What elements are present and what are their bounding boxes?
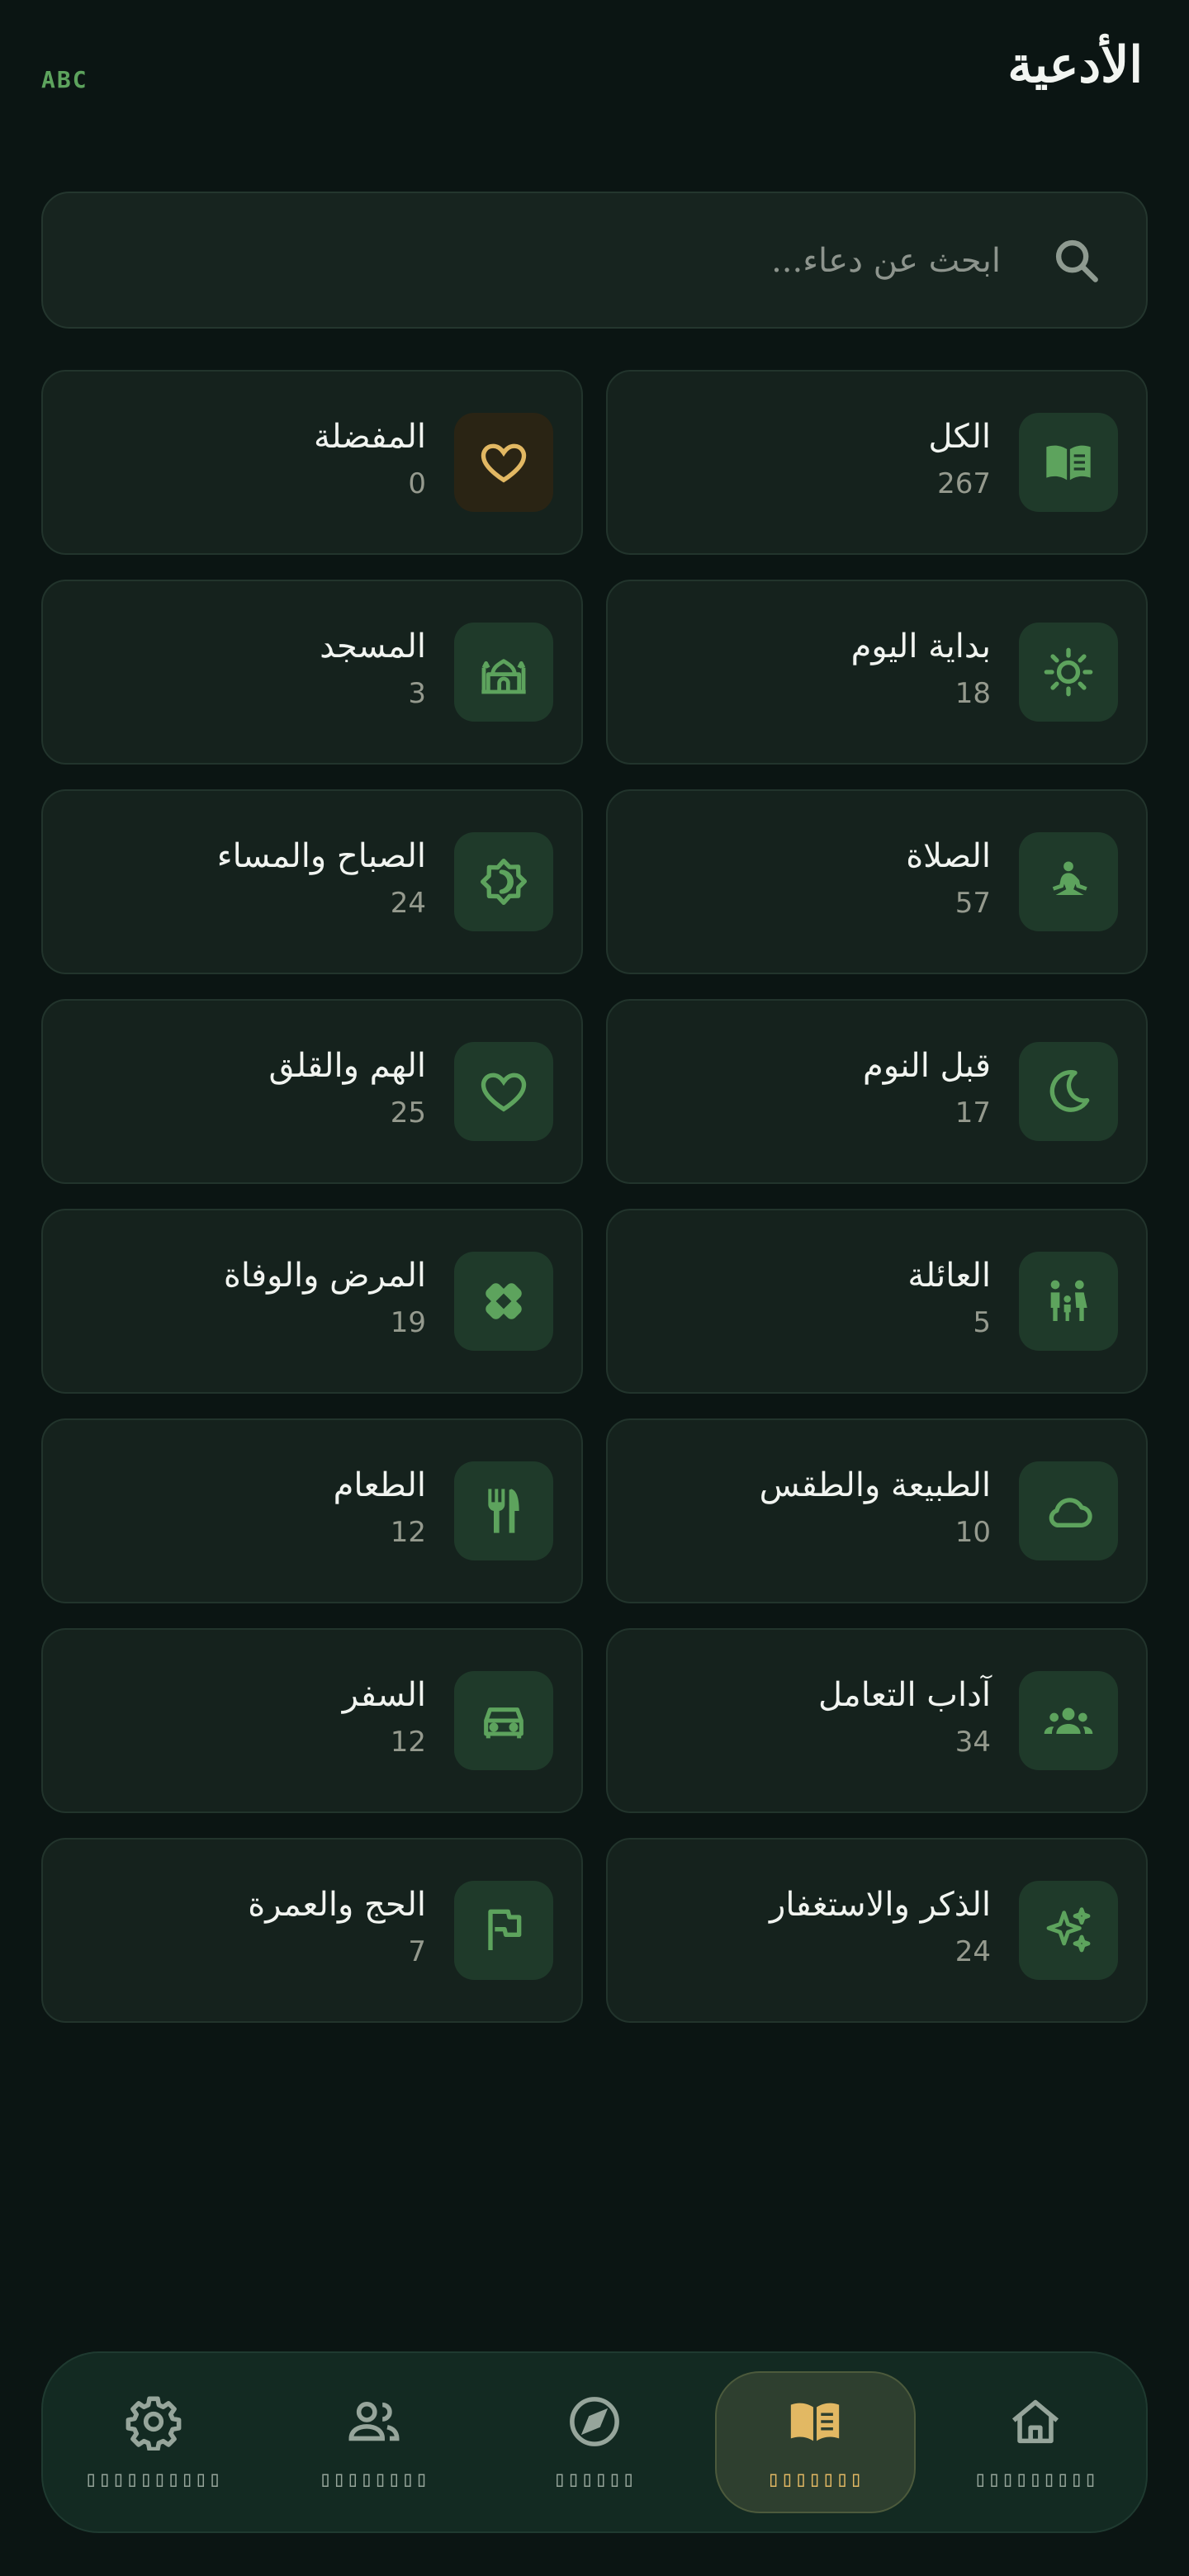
- category-count: 34: [955, 1726, 991, 1759]
- mosque-icon: [454, 623, 553, 722]
- category-count: 24: [955, 1935, 991, 1968]
- header: الأدعية ABC: [0, 0, 1189, 157]
- category-count: 25: [390, 1096, 426, 1129]
- bandage-icon: [454, 1252, 553, 1351]
- category-card-before-sleep[interactable]: قبل النوم 17: [606, 999, 1148, 1184]
- category-card-hajj-umrah[interactable]: الحج والعمرة 7: [41, 1838, 583, 2023]
- category-count: 0: [408, 467, 426, 500]
- flag-icon: [454, 1881, 553, 1980]
- nav-label: ▯▯▯▯▯▯▯: [766, 2467, 864, 2492]
- category-count: 5: [973, 1306, 991, 1339]
- category-card-worry-anxiety[interactable]: الهم والقلق 25: [41, 999, 583, 1184]
- category-card-food[interactable]: الطعام 12: [41, 1418, 583, 1603]
- nav-item-settings[interactable]: ▯▯▯▯▯▯▯▯▯▯: [43, 2353, 263, 2531]
- category-card-all[interactable]: الكل 267: [606, 370, 1148, 555]
- category-count: 57: [955, 887, 991, 920]
- cloud-icon: [1019, 1461, 1118, 1560]
- category-card-travel[interactable]: السفر 12: [41, 1628, 583, 1813]
- nav-item-duas[interactable]: ▯▯▯▯▯▯▯: [705, 2353, 926, 2531]
- nav-item-community[interactable]: ▯▯▯▯▯▯▯▯: [263, 2353, 484, 2531]
- category-label: العائلة: [907, 1257, 991, 1295]
- day-night-icon: [454, 832, 553, 931]
- category-card-mosque[interactable]: المسجد 3: [41, 580, 583, 765]
- category-label: الطبيعة والطقس: [759, 1466, 991, 1504]
- category-count: 12: [390, 1516, 426, 1549]
- car-icon: [454, 1671, 553, 1770]
- category-count: 3: [408, 677, 426, 710]
- family-icon: [1019, 1252, 1118, 1351]
- category-label: الصلاة: [906, 837, 991, 875]
- heart-icon: [454, 1042, 553, 1141]
- moon-icon: [1019, 1042, 1118, 1141]
- category-count: 267: [937, 467, 991, 500]
- category-label: السفر: [342, 1676, 426, 1714]
- category-label: الذكر والاستغفار: [770, 1886, 991, 1924]
- people-icon: [348, 2401, 400, 2441]
- nav-item-home[interactable]: ▯▯▯▯▯▯▯▯▯: [926, 2353, 1146, 2531]
- category-label: المفضلة: [313, 418, 426, 456]
- category-grid: الكل 267 المفضلة 0 بداية اليوم 18 المسجد…: [41, 370, 1148, 2023]
- people-icon: [1019, 1671, 1118, 1770]
- category-label: بداية اليوم: [850, 627, 991, 665]
- meditation-icon: [1019, 832, 1118, 931]
- book-open-icon: [1019, 413, 1118, 512]
- search-bar[interactable]: [41, 192, 1148, 329]
- category-count: 7: [408, 1935, 426, 1968]
- sun-icon: [1019, 623, 1118, 722]
- search-input[interactable]: [175, 225, 1001, 297]
- page-title: الأدعية: [1007, 36, 1143, 94]
- book-icon: [791, 2403, 840, 2441]
- nav-label: ▯▯▯▯▯▯: [553, 2467, 636, 2492]
- compass-icon: [570, 2397, 619, 2446]
- sparkles-icon: [1019, 1881, 1118, 1980]
- category-count: 10: [955, 1516, 991, 1549]
- gear-icon: [126, 2396, 181, 2451]
- utensils-icon: [454, 1461, 553, 1560]
- bottom-navigation: ▯▯▯▯▯▯▯▯▯▯ ▯▯▯▯▯▯▯▯ ▯▯▯▯▯▯ ▯▯▯▯▯▯▯ ▯▯▯▯▯…: [41, 2351, 1148, 2533]
- category-card-illness-death[interactable]: المرض والوفاة 19: [41, 1209, 583, 1394]
- category-count: 17: [955, 1096, 991, 1129]
- category-label: الطعام: [333, 1466, 426, 1504]
- search-icon[interactable]: [1050, 234, 1103, 287]
- category-label: الهم والقلق: [268, 1047, 426, 1085]
- nav-label: ▯▯▯▯▯▯▯▯: [319, 2467, 429, 2492]
- language-toggle-button[interactable]: ABC: [41, 66, 88, 93]
- category-card-favorites[interactable]: المفضلة 0: [41, 370, 583, 555]
- category-card-dhikr-istighfar[interactable]: الذكر والاستغفار 24: [606, 1838, 1148, 2023]
- heart-outline-icon: [454, 413, 553, 512]
- category-label: الكل: [928, 418, 991, 456]
- category-card-morning-evening[interactable]: الصباح والمساء 24: [41, 789, 583, 974]
- nav-item-qibla[interactable]: ▯▯▯▯▯▯: [484, 2353, 704, 2531]
- category-count: 18: [955, 677, 991, 710]
- category-label: قبل النوم: [863, 1047, 991, 1085]
- category-count: 12: [390, 1726, 426, 1759]
- category-card-nature-weather[interactable]: الطبيعة والطقس 10: [606, 1418, 1148, 1603]
- category-label: الصباح والمساء: [216, 837, 426, 875]
- category-card-prayer[interactable]: الصلاة 57: [606, 789, 1148, 974]
- category-count: 19: [390, 1306, 426, 1339]
- category-card-start-of-day[interactable]: بداية اليوم 18: [606, 580, 1148, 765]
- category-label: الحج والعمرة: [248, 1886, 426, 1924]
- category-card-etiquette[interactable]: آداب التعامل 34: [606, 1628, 1148, 1813]
- home-icon: [1012, 2399, 1059, 2444]
- category-label: المرض والوفاة: [223, 1257, 426, 1295]
- category-count: 24: [390, 887, 426, 920]
- nav-label: ▯▯▯▯▯▯▯▯▯: [973, 2467, 1098, 2492]
- nav-label: ▯▯▯▯▯▯▯▯▯▯: [84, 2467, 222, 2492]
- category-label: آداب التعامل: [818, 1676, 991, 1714]
- category-label: المسجد: [320, 627, 426, 665]
- category-card-family[interactable]: العائلة 5: [606, 1209, 1148, 1394]
